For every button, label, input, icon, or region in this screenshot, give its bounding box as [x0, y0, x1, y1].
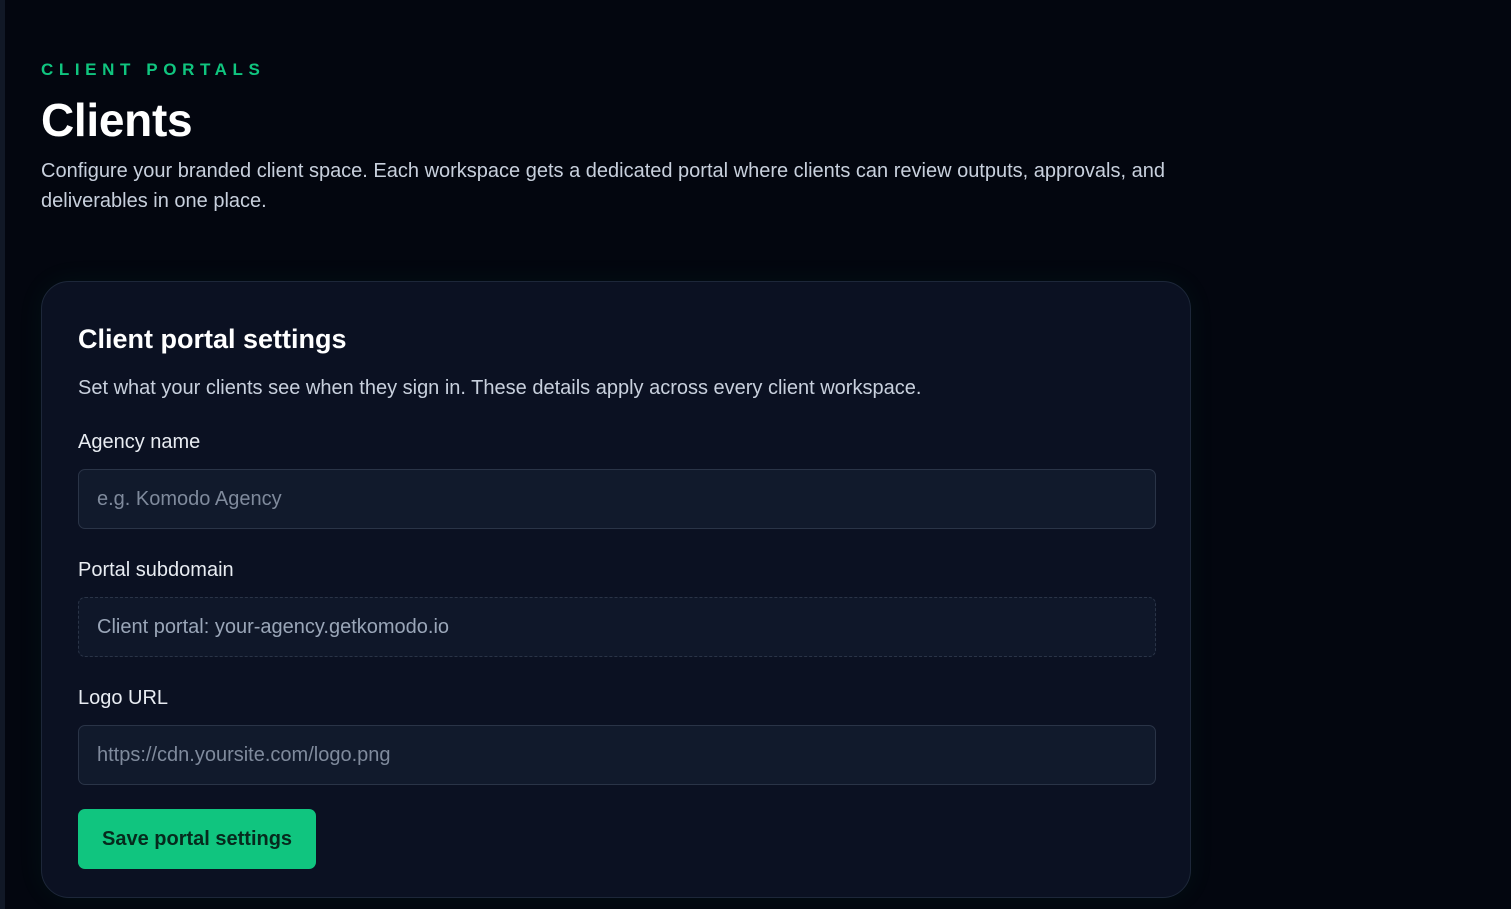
portal-subdomain-display: Client portal: your-agency.getkomodo.io — [78, 597, 1156, 657]
card-title: Client portal settings — [78, 324, 347, 354]
portal-subdomain-field: Portal subdomain Client portal: your-age… — [78, 557, 1156, 657]
left-edge-divider — [0, 0, 5, 909]
agency-name-label: Agency name — [78, 431, 201, 453]
page-eyebrow: CLIENT PORTALS — [41, 60, 266, 79]
logo-url-label: Logo URL — [78, 687, 169, 709]
agency-name-field: Agency name — [78, 429, 1156, 529]
card-description: Set what your clients see when they sign… — [78, 377, 922, 399]
portal-subdomain-label: Portal subdomain — [78, 559, 234, 581]
page-header: CLIENT PORTALS Clients Configure your br… — [41, 60, 1201, 216]
save-portal-settings-button[interactable]: Save portal settings — [78, 809, 317, 869]
page-subtitle: Configure your branded client space. Eac… — [41, 160, 1165, 212]
agency-name-input[interactable] — [78, 469, 1156, 529]
page: CLIENT PORTALS Clients Configure your br… — [0, 0, 1511, 909]
portal-subdomain-value: Client portal: your-agency.getkomodo.io — [97, 615, 450, 638]
client-portal-settings-card: Client portal settings Set what your cli… — [41, 281, 1191, 898]
logo-url-input[interactable] — [78, 725, 1156, 785]
logo-url-field: Logo URL — [78, 685, 1156, 785]
page-title: Clients — [41, 94, 193, 146]
